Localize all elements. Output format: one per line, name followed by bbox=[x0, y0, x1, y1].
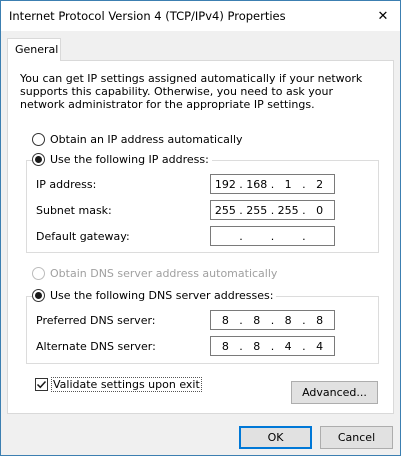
use-following-ip-label: Use the following IP address: bbox=[50, 153, 209, 166]
octet: 255 bbox=[277, 203, 299, 217]
ip-address-input[interactable]: 192. 168. 1. 2 bbox=[210, 174, 335, 194]
ip-address-label: IP address: bbox=[36, 178, 97, 191]
default-gateway-label: Default gateway: bbox=[36, 230, 130, 243]
ok-button[interactable]: OK bbox=[239, 426, 312, 449]
validate-settings-checkbox[interactable] bbox=[35, 378, 48, 391]
octet: 1 bbox=[284, 177, 292, 191]
cancel-button[interactable]: Cancel bbox=[320, 426, 393, 449]
tab-general-label: General bbox=[15, 43, 59, 56]
window-title: Internet Protocol Version 4 (TCP/IPv4) P… bbox=[9, 9, 286, 23]
obtain-dns-auto-label: Obtain DNS server address automatically bbox=[50, 267, 278, 280]
validate-settings-label: Validate settings upon exit bbox=[51, 377, 202, 392]
octet: 0 bbox=[316, 203, 324, 217]
advanced-button[interactable]: Advanced... bbox=[291, 381, 378, 404]
obtain-dns-auto-radio[interactable]: Obtain DNS server address automatically bbox=[32, 267, 281, 280]
obtain-ip-auto-label: Obtain an IP address automatically bbox=[50, 133, 243, 146]
radio-indicator bbox=[32, 267, 45, 280]
octet: 8 bbox=[221, 313, 229, 327]
preferred-dns-label: Preferred DNS server: bbox=[36, 314, 156, 327]
subnet-mask-label: Subnet mask: bbox=[36, 204, 112, 217]
alternate-dns-label: Alternate DNS server: bbox=[36, 340, 156, 353]
octet: 255 bbox=[246, 203, 268, 217]
dialog-window: Internet Protocol Version 4 (TCP/IPv4) P… bbox=[0, 0, 401, 456]
preferred-dns-input[interactable]: 8. 8. 8. 8 bbox=[210, 310, 335, 330]
octet: 8 bbox=[253, 339, 261, 353]
default-gateway-input[interactable]: . . . bbox=[210, 226, 335, 246]
use-following-dns-radio[interactable]: Use the following DNS server addresses: bbox=[32, 289, 277, 302]
close-button[interactable]: ✕ bbox=[366, 1, 400, 31]
use-following-dns-label: Use the following DNS server addresses: bbox=[50, 289, 274, 302]
use-following-ip-radio[interactable]: Use the following IP address: bbox=[32, 153, 212, 166]
octet: 168 bbox=[246, 177, 268, 191]
octet: 8 bbox=[284, 313, 292, 327]
radio-indicator bbox=[32, 133, 45, 146]
octet: 192 bbox=[214, 177, 236, 191]
octet: 4 bbox=[316, 339, 324, 353]
octet: 4 bbox=[284, 339, 292, 353]
radio-indicator bbox=[32, 153, 45, 166]
close-icon: ✕ bbox=[377, 8, 389, 24]
title-bar[interactable]: Internet Protocol Version 4 (TCP/IPv4) P… bbox=[1, 1, 400, 31]
octet: 8 bbox=[316, 313, 324, 327]
subnet-mask-input[interactable]: 255. 255. 255. 0 bbox=[210, 200, 335, 220]
alternate-dns-input[interactable]: 8. 8. 4. 4 bbox=[210, 336, 335, 356]
octet: 8 bbox=[221, 339, 229, 353]
tab-general[interactable]: General bbox=[7, 38, 61, 61]
radio-indicator bbox=[32, 289, 45, 302]
checkmark-icon bbox=[36, 380, 47, 389]
description-text: You can get IP settings assigned automat… bbox=[20, 72, 363, 111]
octet: 8 bbox=[253, 313, 261, 327]
octet: 2 bbox=[316, 177, 324, 191]
octet: 255 bbox=[214, 203, 236, 217]
obtain-ip-auto-radio[interactable]: Obtain an IP address automatically bbox=[32, 133, 246, 146]
